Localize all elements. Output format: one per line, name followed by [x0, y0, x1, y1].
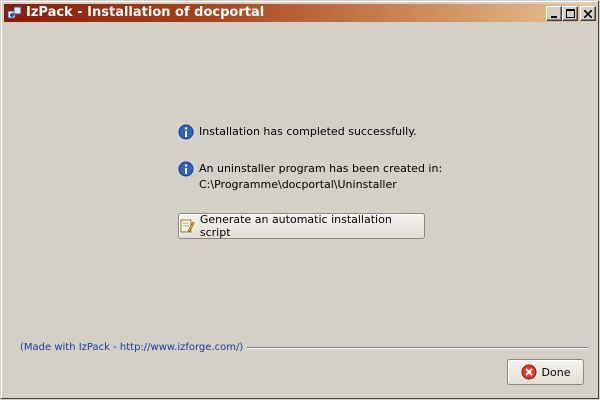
- generate-script-label: Generate an automatic installation scrip…: [199, 213, 392, 239]
- info-icon: [178, 161, 194, 177]
- finish-panel: Installation has completed successfully.…: [4, 22, 596, 396]
- title-bar[interactable]: IzPack - Installation of docportal: [4, 4, 596, 22]
- installer-window: IzPack - Installation of docportal Insta…: [0, 0, 600, 400]
- izpack-app-icon: [7, 6, 22, 19]
- minimize-button[interactable]: [546, 6, 562, 21]
- minimize-icon: [551, 15, 557, 18]
- uninstaller-message: An uninstaller program has been created …: [178, 161, 442, 193]
- success-message-text: Installation has completed successfully.: [199, 125, 417, 138]
- window-title: IzPack - Installation of docportal: [26, 5, 265, 20]
- maximize-button[interactable]: [562, 6, 578, 21]
- generate-script-button[interactable]: Generate an automatic installation scrip…: [178, 213, 425, 239]
- close-button[interactable]: [580, 6, 596, 21]
- uninstaller-message-text: An uninstaller program has been created …: [199, 162, 443, 175]
- made-with-izpack-text: (Made with IzPack - http://www.izforge.c…: [20, 342, 248, 354]
- done-button[interactable]: Done: [507, 359, 584, 385]
- pencil-icon: [180, 219, 195, 233]
- maximize-icon: [565, 9, 575, 18]
- cancel-icon: [521, 364, 537, 380]
- success-message: Installation has completed successfully.: [178, 124, 417, 140]
- footer: (Made with IzPack - http://www.izforge.c…: [20, 342, 588, 354]
- uninstaller-path: C:\Programme\docportal\Uninstaller: [199, 178, 397, 191]
- info-icon: [178, 124, 194, 140]
- close-icon: [584, 9, 592, 18]
- done-label: Done: [541, 365, 571, 379]
